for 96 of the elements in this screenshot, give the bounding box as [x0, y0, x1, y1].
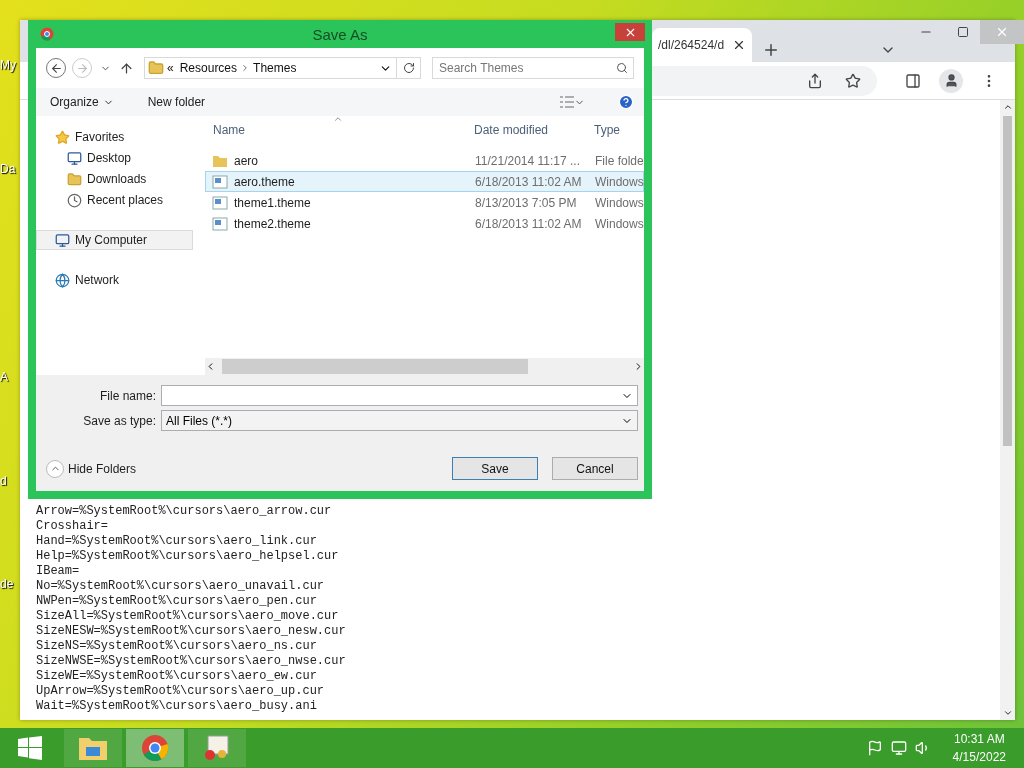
type-cell-text: File folde: [594, 153, 644, 168]
monitor-icon: [67, 150, 82, 166]
maximize-icon: [957, 26, 970, 38]
taskbar-app[interactable]: [64, 729, 122, 767]
browser-tab[interactable]: /dl/264524/d: [652, 28, 753, 62]
network-icon[interactable]: [890, 740, 907, 756]
theme-file-icon: [212, 173, 228, 190]
globe-icon: [55, 272, 70, 288]
file-row[interactable]: aero.theme 6/18/2013 11:02 AM Windows: [205, 171, 644, 192]
new-folder-button[interactable]: New folder: [143, 93, 210, 111]
scroll-up-icon: [1002, 102, 1013, 112]
date-cell-text: 6/18/2013 11:02 AM: [474, 174, 583, 189]
folder-icon: [78, 735, 108, 761]
desktop-icon-label: de: [0, 577, 14, 591]
action-center-icon[interactable]: [866, 740, 883, 756]
horizontal-scrollbar[interactable]: [205, 358, 644, 375]
save-button[interactable]: Save: [452, 457, 538, 480]
nav-item[interactable]: My Computer: [36, 230, 193, 250]
file-name: theme1.theme: [234, 195, 311, 210]
column-header[interactable]: Date modified: [466, 123, 586, 137]
taskbar-app[interactable]: [126, 729, 184, 767]
file-row[interactable]: theme2.theme 6/18/2013 11:02 AM Windows: [205, 213, 644, 234]
breadcrumb[interactable]: Themes: [250, 61, 300, 75]
organize-menu[interactable]: Organize: [46, 93, 118, 111]
column-header[interactable]: Type: [586, 123, 644, 137]
scrollbar[interactable]: [1000, 100, 1015, 720]
text-line: SizeWE=%SystemRoot%\cursors\aero_ew.cur: [36, 669, 318, 684]
date-cell-text: 6/18/2013 11:02 AM: [474, 216, 583, 231]
text-line: Arrow=%SystemRoot%\cursors\aero_arrow.cur: [36, 504, 333, 519]
computer-icon: [55, 232, 70, 248]
nav-item[interactable]: Recent places: [36, 190, 193, 210]
file-name-field[interactable]: [161, 385, 638, 406]
type-cell-text: Windows: [594, 195, 644, 210]
text-line: Hand=%SystemRoot%\cursors\aero_link.cur: [36, 534, 318, 549]
text-line: SizeAll=%SystemRoot%\cursors\aero_move.cur: [36, 609, 340, 624]
file-row[interactable]: theme1.theme 8/13/2013 7:05 PM Windows: [205, 192, 644, 213]
type-cell-text: Windows: [594, 174, 644, 189]
desktop-icon-label: A: [0, 370, 8, 384]
text-line: SizeNWSE=%SystemRoot%\cursors\aero_nwse.cur: [36, 654, 347, 669]
help-icon[interactable]: [618, 94, 634, 110]
certificate-icon: [202, 734, 232, 762]
text-line: SizeNESW=%SystemRoot%\cursors\aero_nesw.cur: [36, 624, 347, 639]
column-header[interactable]: Name: [205, 123, 466, 137]
back-arrow-icon: [49, 61, 63, 75]
text-line: SizeNS=%SystemRoot%\cursors\aero_ns.cur: [36, 639, 318, 654]
file-name: aero.theme: [234, 174, 295, 189]
file-name: theme2.theme: [234, 216, 311, 231]
clock[interactable]: 10:31 AM 4/15/2022: [952, 730, 1006, 766]
nav-item[interactable]: Favorites: [36, 127, 193, 147]
desktop-icon-label: My: [0, 58, 16, 72]
theme-file-icon: [212, 194, 228, 211]
text-line: IBeam=: [36, 564, 81, 579]
chrome-logo-icon: [40, 27, 54, 41]
date-cell-text: 8/13/2013 7:05 PM: [474, 195, 578, 210]
side-panel-icon: [905, 72, 921, 89]
nav-item[interactable]: Downloads: [36, 169, 193, 189]
person-icon: [943, 73, 959, 88]
profile-button[interactable]: [939, 68, 963, 93]
file-name: aero: [234, 153, 259, 168]
star-icon: [55, 129, 70, 145]
overflow-chevrons[interactable]: «: [164, 61, 177, 75]
cancel-button[interactable]: Cancel: [552, 457, 638, 480]
window-title: Save As: [312, 25, 368, 43]
chrome-logo-icon: [141, 734, 169, 762]
nav-item[interactable]: Network: [36, 270, 193, 290]
text-line: No=%SystemRoot%\cursors\aero_unavail.cur: [36, 579, 326, 594]
date-cell-text: 11/21/2014 11:17 ...: [474, 153, 581, 168]
forward-arrow-icon: [75, 61, 89, 75]
nav-item[interactable]: Desktop: [36, 148, 193, 168]
close-button[interactable]: [615, 23, 645, 41]
share-icon: [807, 72, 823, 89]
address-field[interactable]: « Resources Themes: [144, 57, 421, 79]
file-row[interactable]: aero 11/21/2014 11:17 ... File folde: [205, 150, 644, 171]
breadcrumb[interactable]: Resources: [176, 61, 241, 75]
text-line: Wait=%SystemRoot%\cursors\aero_busy.ani: [36, 699, 318, 714]
field-label: Save as type:: [82, 413, 156, 428]
text-line: Crosshair=: [36, 519, 109, 534]
scroll-down-icon: [1002, 708, 1013, 718]
theme-file-icon: [212, 215, 228, 232]
taskbar-app[interactable]: [188, 729, 246, 767]
refresh-icon: [402, 62, 415, 74]
hide-folders-button[interactable]: Hide Folders: [46, 459, 137, 478]
text-line: Help=%SystemRoot%\cursors\aero_helpsel.cur: [36, 549, 340, 564]
desktop-icon-label: d: [0, 474, 7, 488]
field-label: File name:: [98, 388, 156, 403]
windows-logo-icon: [18, 736, 42, 760]
details-view-icon: [559, 96, 574, 108]
text-line: UpArrow=%SystemRoot%\cursors\aero_up.cur: [36, 684, 326, 699]
clock-icon: [67, 192, 82, 208]
folder-icon: [67, 171, 82, 187]
star-icon: [845, 72, 861, 89]
folder-icon: [148, 60, 164, 76]
text-line: NWPen=%SystemRoot%\cursors\aero_pen.cur: [36, 594, 318, 609]
file-type-select[interactable]: All Files (*.*): [161, 410, 638, 431]
type-cell-text: Windows: [594, 216, 644, 231]
desktop-icon-label: Da: [0, 162, 16, 176]
